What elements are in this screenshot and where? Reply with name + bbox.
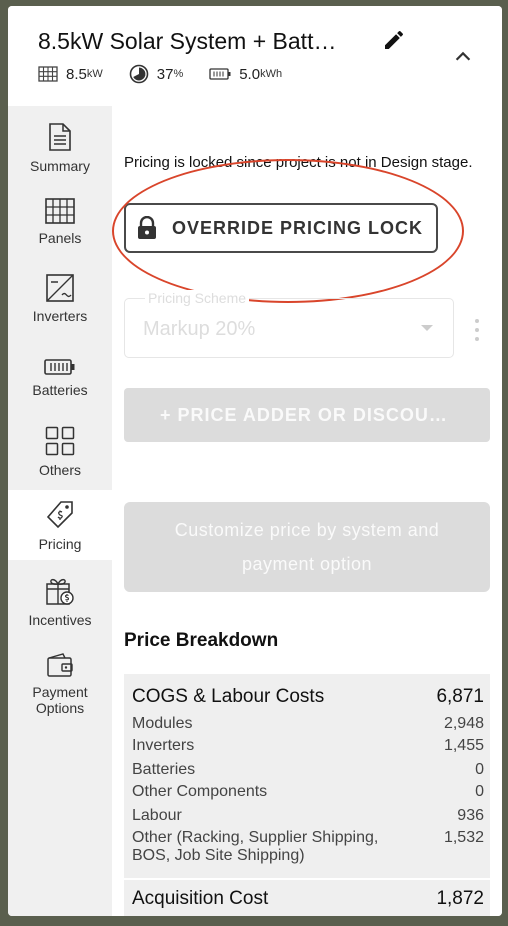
system-title: 8.5kW Solar System + Batt… <box>38 28 337 54</box>
pricing-scheme-value: Markup 20% <box>143 318 256 340</box>
price-breakdown-title: Price Breakdown <box>124 630 279 651</box>
sidebar-item-inverters[interactable]: Inverters <box>8 264 112 338</box>
price-breakdown-table: COGS & Labour Costs 6,871 Modules 2,948 … <box>124 674 490 916</box>
sidebar-item-label-line2: Options <box>35 700 85 716</box>
price-adder-button[interactable]: + PRICE ADDER OR DISCOU… <box>124 388 490 442</box>
breakdown-row: Inverters 1,455 <box>132 737 484 755</box>
breakdown-row: Modules 2,948 <box>132 715 484 733</box>
sidebar-nav: Summary Panels Inverters Batteries Other… <box>8 106 112 916</box>
breakdown-row: Other Components 0 <box>132 783 484 801</box>
more-vertical-icon[interactable] <box>474 318 480 342</box>
sidebar-item-label: Incentives <box>28 612 92 628</box>
offset-pie-icon <box>129 64 149 84</box>
sidebar-item-label: Pricing <box>38 536 82 552</box>
row-value: 1,532 <box>443 829 484 846</box>
panel-grid-icon <box>38 66 58 82</box>
row-label: Labour <box>132 807 182 824</box>
row-label: Batteries <box>132 761 196 778</box>
sidebar-item-batteries[interactable]: Batteries <box>8 340 112 414</box>
row-label: Other Components <box>132 783 268 800</box>
document-icon <box>49 123 71 151</box>
sidebar-item-label: Batteries <box>32 382 88 398</box>
battery-unit: kWh <box>260 68 283 80</box>
breakdown-row: Labour 936 <box>132 807 484 825</box>
offset-value: 37 <box>156 65 174 83</box>
breakdown-row: Other (Racking, Supplier Shipping, BOS, … <box>132 829 484 866</box>
stat-offset: 37 % <box>129 64 183 84</box>
row-value: 1,455 <box>443 737 484 754</box>
price-adder-label: + PRICE ADDER OR DISCOU… <box>160 404 448 425</box>
override-pricing-lock-button[interactable]: OVERRIDE PRICING LOCK <box>124 203 438 253</box>
row-label: Inverters <box>132 737 195 754</box>
cogs-label: COGS & Labour Costs <box>132 686 325 707</box>
sidebar-item-panels[interactable]: Panels <box>8 188 112 262</box>
power-value: 8.5 <box>66 65 87 83</box>
row-label-multiline: Other (Racking, Supplier Shipping, BOS, … <box>132 829 378 866</box>
panels-grid-icon <box>45 198 75 224</box>
breakdown-divider <box>124 878 490 880</box>
battery-value: 5.0 <box>239 65 261 83</box>
pricing-scheme-select[interactable]: Pricing Scheme Markup 20% <box>124 290 454 358</box>
row-value: 0 <box>475 783 484 800</box>
system-stats: 8.5 kW 37 % 5.0 kWh <box>38 64 308 84</box>
system-header: 8.5kW Solar System + Batt… 8.5 kW 37 % 5… <box>8 6 502 106</box>
stat-power: 8.5 kW <box>38 66 103 83</box>
inverter-icon <box>46 274 74 302</box>
pencil-edit-icon[interactable] <box>382 28 406 52</box>
design-panel: 8.5kW Solar System + Batt… 8.5 kW 37 % 5… <box>8 6 502 916</box>
row-label-line2: BOS, Job Site Shipping) <box>132 847 305 865</box>
acquisition-cost-row: Acquisition Cost 1,872 <box>132 888 484 910</box>
gift-dollar-icon <box>46 578 74 605</box>
pricing-scheme-label: Pricing Scheme <box>145 290 250 306</box>
sidebar-item-payment-options[interactable]: Payment Options <box>8 642 112 732</box>
row-value: 2,948 <box>443 715 484 732</box>
price-tag-icon <box>46 501 73 529</box>
battery-icon <box>209 68 231 80</box>
cogs-row: COGS & Labour Costs 6,871 <box>132 686 484 708</box>
sidebar-item-label: Panels <box>38 230 82 246</box>
pricing-content: Pricing is locked since project is not i… <box>112 106 502 916</box>
customize-price-button[interactable]: Customize price by system and payment op… <box>124 502 490 592</box>
chevron-up-icon[interactable] <box>452 46 474 68</box>
customize-label-line1: Customize price by system and <box>174 520 440 540</box>
row-label: Other (Racking, Supplier Shipping, <box>132 829 379 846</box>
sidebar-item-label: Payment <box>32 684 88 700</box>
acquisition-cost-label: Acquisition Cost <box>132 888 269 909</box>
offset-unit: % <box>173 68 184 80</box>
dropdown-caret-icon <box>421 325 433 331</box>
sidebar-item-summary[interactable]: Summary <box>8 112 112 186</box>
sidebar-item-label: Inverters <box>32 308 88 324</box>
battery-icon <box>44 359 75 375</box>
row-value: 936 <box>457 807 484 824</box>
wallet-icon <box>47 653 73 677</box>
power-unit: kW <box>86 68 103 80</box>
cogs-value: 6,871 <box>436 686 484 707</box>
lock-icon <box>138 216 156 239</box>
acquisition-cost-value: 1,872 <box>436 888 484 909</box>
override-button-label: OVERRIDE PRICING LOCK <box>172 217 424 238</box>
customize-label-line2: payment option <box>241 554 373 574</box>
breakdown-row: Batteries 0 <box>132 761 484 779</box>
stat-battery: 5.0 kWh <box>209 66 282 83</box>
row-label: Modules <box>132 715 193 732</box>
row-value: 0 <box>475 761 484 778</box>
sidebar-item-incentives[interactable]: Incentives <box>8 566 112 640</box>
pricing-locked-note: Pricing is locked since project is not i… <box>124 154 473 171</box>
sidebar-item-label: Others <box>38 462 81 478</box>
sidebar-item-label: Summary <box>30 158 90 174</box>
grid-squares-icon <box>45 426 75 456</box>
sidebar-item-others[interactable]: Others <box>8 416 112 490</box>
sidebar-item-pricing[interactable]: Pricing <box>8 490 112 560</box>
